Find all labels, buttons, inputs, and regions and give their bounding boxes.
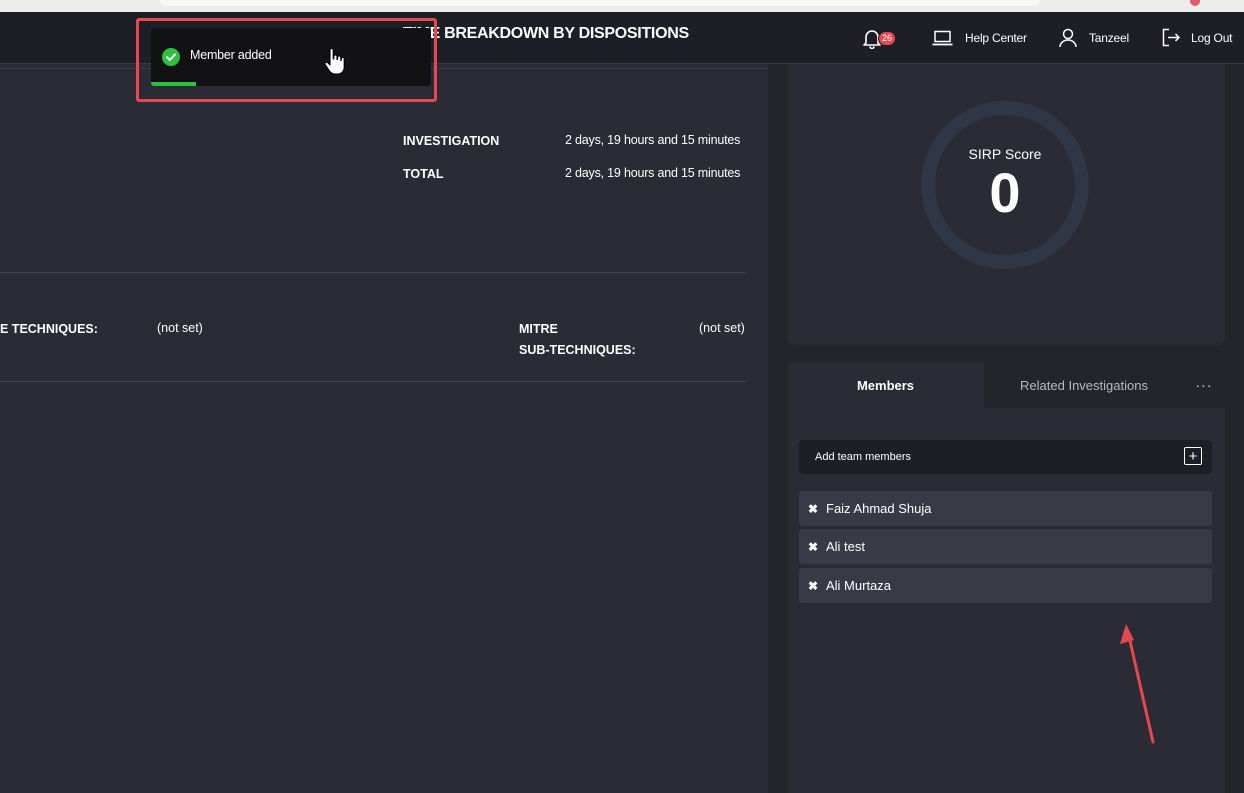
close-icon[interactable]: ✖ (808, 502, 820, 516)
mitre-subtechniques-value: (not set) (699, 321, 745, 335)
total-duration: 2 days, 19 hours and 15 minutes (565, 166, 741, 180)
investigation-label: INVESTIGATION (403, 134, 500, 148)
member-item: ✖ Ali test (799, 529, 1212, 564)
help-center-link[interactable]: Help Center (932, 12, 1027, 63)
logout-button[interactable]: Log Out (1162, 12, 1233, 63)
time-breakdown-title: TIME BREAKDOWN BY DISPOSITIONS (403, 25, 689, 42)
plus-icon[interactable]: + (1184, 447, 1202, 465)
logout-icon (1162, 28, 1181, 47)
member-item: ✖ Ali Murtaza (799, 568, 1212, 603)
tab-members[interactable]: Members (787, 362, 984, 408)
tabs-more-button[interactable]: ··· (1187, 362, 1221, 408)
add-team-members-row[interactable]: Add team members + (799, 440, 1212, 474)
logout-label: Log Out (1191, 30, 1233, 45)
close-icon[interactable]: ✖ (808, 540, 820, 554)
add-team-members-label: Add team members (815, 451, 911, 463)
notification-count-badge: 26 (878, 31, 897, 46)
user-name-label: Tanzeel (1089, 30, 1129, 45)
hand-cursor-icon (324, 48, 345, 75)
member-name: Ali test (826, 539, 866, 554)
mitre-techniques-value: (not set) (157, 321, 203, 335)
mitre-subtechniques-label-line2: SUB-TECHNIQUES: (519, 343, 636, 357)
member-name: Faiz Ahmad Shuja (826, 501, 932, 516)
mitre-subtechniques-label-line1: MITRE (519, 322, 558, 336)
members-tabs: Members Related Investigations ··· (787, 362, 1225, 408)
laptop-icon (932, 30, 953, 45)
member-name: Ali Murtaza (826, 578, 892, 593)
annotation-arrow (1120, 624, 1155, 744)
tab-related-investigations[interactable]: Related Investigations (984, 362, 1184, 408)
highlight-frame (136, 18, 437, 102)
user-menu[interactable]: Tanzeel (1059, 12, 1129, 63)
mitre-techniques-label: E TECHNIQUES: (0, 322, 98, 336)
help-center-label: Help Center (965, 30, 1027, 45)
section-divider (0, 381, 746, 382)
investigation-duration: 2 days, 19 hours and 15 minutes (565, 133, 741, 147)
address-bar-edge (160, 0, 1040, 6)
user-icon (1059, 28, 1077, 47)
sirp-score-value: 0 (989, 161, 1021, 224)
close-icon[interactable]: ✖ (808, 579, 820, 593)
total-label: TOTAL (403, 167, 444, 181)
section-divider (0, 272, 746, 273)
browser-profile-dot (1190, 0, 1200, 6)
browser-strip (0, 0, 1244, 12)
member-item: ✖ Faiz Ahmad Shuja (799, 491, 1212, 526)
